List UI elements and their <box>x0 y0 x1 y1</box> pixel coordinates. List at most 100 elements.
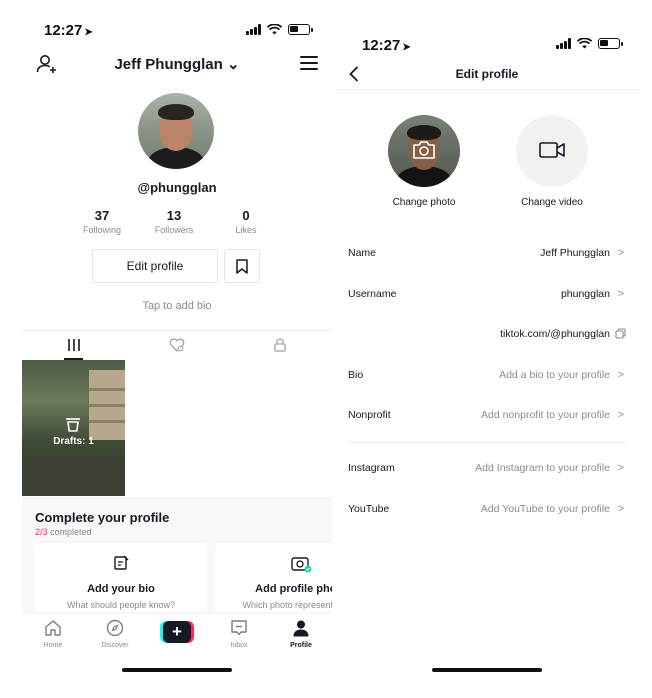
field-profile-link[interactable]: tiktok.com/@phungglan <box>348 325 626 345</box>
plus-icon: + <box>160 621 194 643</box>
chevron-right-icon: > <box>617 369 624 381</box>
video-camera-icon <box>539 142 565 158</box>
add-bio-card[interactable]: Add your bio What should people know? <box>35 543 207 617</box>
signal-icon <box>246 24 261 35</box>
nav-label: Home <box>43 642 63 649</box>
field-label: Bio <box>348 369 364 381</box>
heart-hidden-icon <box>169 338 185 352</box>
profile-photo[interactable] <box>388 115 460 187</box>
home-indicator <box>432 668 542 672</box>
stat-label: Likes <box>235 225 257 235</box>
chevron-right-icon: > <box>617 409 624 421</box>
card-title: Add profile photo <box>255 583 332 595</box>
edit-profile-header: Edit profile <box>336 60 638 90</box>
status-icons <box>246 24 313 35</box>
field-value: Add Instagram to your profile <box>475 462 610 474</box>
field-youtube[interactable]: YouTube Add YouTube to your profile > <box>348 500 626 520</box>
field-nonprofit[interactable]: Nonprofit Add nonprofit to your profile … <box>348 406 626 426</box>
edit-profile-screen: 12:27 ➤ Edit profile Change photo Change … <box>336 0 638 698</box>
stat-following[interactable]: 37 Following <box>74 208 130 235</box>
lock-icon <box>274 338 286 352</box>
location-arrow-icon: ➤ <box>402 42 411 53</box>
stat-followers[interactable]: 13 Followers <box>146 208 202 235</box>
nav-inbox[interactable]: Inbox <box>208 613 270 662</box>
field-value: tiktok.com/@phungglan <box>500 328 610 340</box>
card-subtitle: Which photo represents you? <box>242 600 332 610</box>
edit-note-icon <box>114 555 129 570</box>
add-photo-card[interactable]: Add profile photo Which photo represents… <box>215 543 332 617</box>
complete-profile-section: Complete your profile 2/3 completed Add … <box>22 497 332 617</box>
nav-profile[interactable]: Profile <box>270 613 332 662</box>
field-value: phungglan <box>560 288 610 300</box>
change-photo-label[interactable]: Change photo <box>369 197 479 208</box>
tab-private[interactable] <box>229 331 332 360</box>
change-video-label[interactable]: Change video <box>497 197 607 208</box>
add-bio-hint[interactable]: Tap to add bio <box>22 300 332 312</box>
nav-discover[interactable]: Discover <box>84 613 146 662</box>
stat-likes[interactable]: 0 Likes <box>218 208 274 235</box>
grid-icon <box>67 339 80 351</box>
chevron-right-icon: > <box>617 503 624 515</box>
field-bio[interactable]: Bio Add a bio to your profile > <box>348 366 626 386</box>
stat-value: 0 <box>242 208 250 223</box>
nav-home[interactable]: Home <box>22 613 84 662</box>
menu-icon[interactable] <box>300 56 318 70</box>
page-title: Edit profile <box>455 67 519 81</box>
divider <box>348 442 626 443</box>
signal-icon <box>556 38 571 49</box>
nav-label: Inbox <box>230 642 248 649</box>
stat-value: 37 <box>94 208 110 223</box>
profile-screen: 12:27 ➤ Jeff Phungglan ⌄ @phungglan 37 Fol… <box>22 0 332 698</box>
inbox-icon <box>231 620 247 636</box>
status-time: 12:27 ➤ <box>362 37 411 54</box>
profile-stats: 37 Following 13 Followers 0 Likes <box>74 208 274 235</box>
field-instagram[interactable]: Instagram Add Instagram to your profile … <box>348 459 626 479</box>
camera-icon <box>413 141 435 159</box>
field-username[interactable]: Username phungglan > <box>348 285 626 305</box>
profile-display-name: Jeff Phungglan <box>114 56 223 73</box>
card-title: Add your bio <box>87 583 155 595</box>
field-label: Username <box>348 288 397 300</box>
tab-videos[interactable] <box>22 331 125 360</box>
status-time: 12:27 ➤ <box>44 22 93 39</box>
favorites-button[interactable] <box>224 249 260 283</box>
stat-label: Following <box>82 225 122 235</box>
home-indicator <box>122 668 232 672</box>
field-value: Add a bio to your profile <box>499 369 610 381</box>
drafts-tile[interactable]: Drafts: 1 <box>22 360 125 496</box>
field-label: Nonprofit <box>348 409 391 421</box>
status-icons <box>556 38 623 49</box>
drafts-icon <box>66 418 80 432</box>
chevron-right-icon: > <box>617 288 624 300</box>
profile-header: Jeff Phungglan ⌄ <box>22 50 332 78</box>
profile-handle: @phungglan <box>137 180 217 195</box>
complete-profile-title: Complete your profile <box>35 510 170 525</box>
bookmark-icon <box>236 259 248 274</box>
stat-value: 13 <box>166 208 182 223</box>
avatar[interactable] <box>138 93 214 169</box>
edit-profile-button[interactable]: Edit profile <box>92 249 218 283</box>
battery-icon <box>598 38 623 49</box>
field-name[interactable]: Name Jeff Phungglan > <box>348 244 626 264</box>
battery-icon <box>288 24 313 35</box>
card-subtitle: What should people know? <box>66 600 176 610</box>
copy-icon[interactable] <box>615 328 626 339</box>
wifi-icon <box>577 38 592 49</box>
change-video-button[interactable] <box>516 115 588 187</box>
tab-liked[interactable] <box>125 331 228 360</box>
nav-create[interactable]: + <box>146 613 208 662</box>
person-icon <box>293 620 309 637</box>
chevron-right-icon: > <box>617 247 624 259</box>
profile-tabs <box>22 330 332 360</box>
nav-label: Discover <box>101 642 129 649</box>
bottom-navigation: Home Discover + Inbox Profile <box>22 612 332 662</box>
chevron-down-icon: ⌄ <box>226 56 240 73</box>
nav-label: Profile <box>290 642 312 649</box>
profile-name-dropdown[interactable]: Jeff Phungglan ⌄ <box>22 55 332 73</box>
status-bar: 12:27 ➤ <box>22 22 332 42</box>
drafts-count: Drafts: 1 <box>53 436 94 447</box>
complete-profile-progress: 2/3 completed <box>35 527 92 537</box>
field-label: Instagram <box>348 462 395 474</box>
status-bar: 12:27 ➤ <box>336 22 638 54</box>
field-value: Jeff Phungglan <box>540 247 610 259</box>
